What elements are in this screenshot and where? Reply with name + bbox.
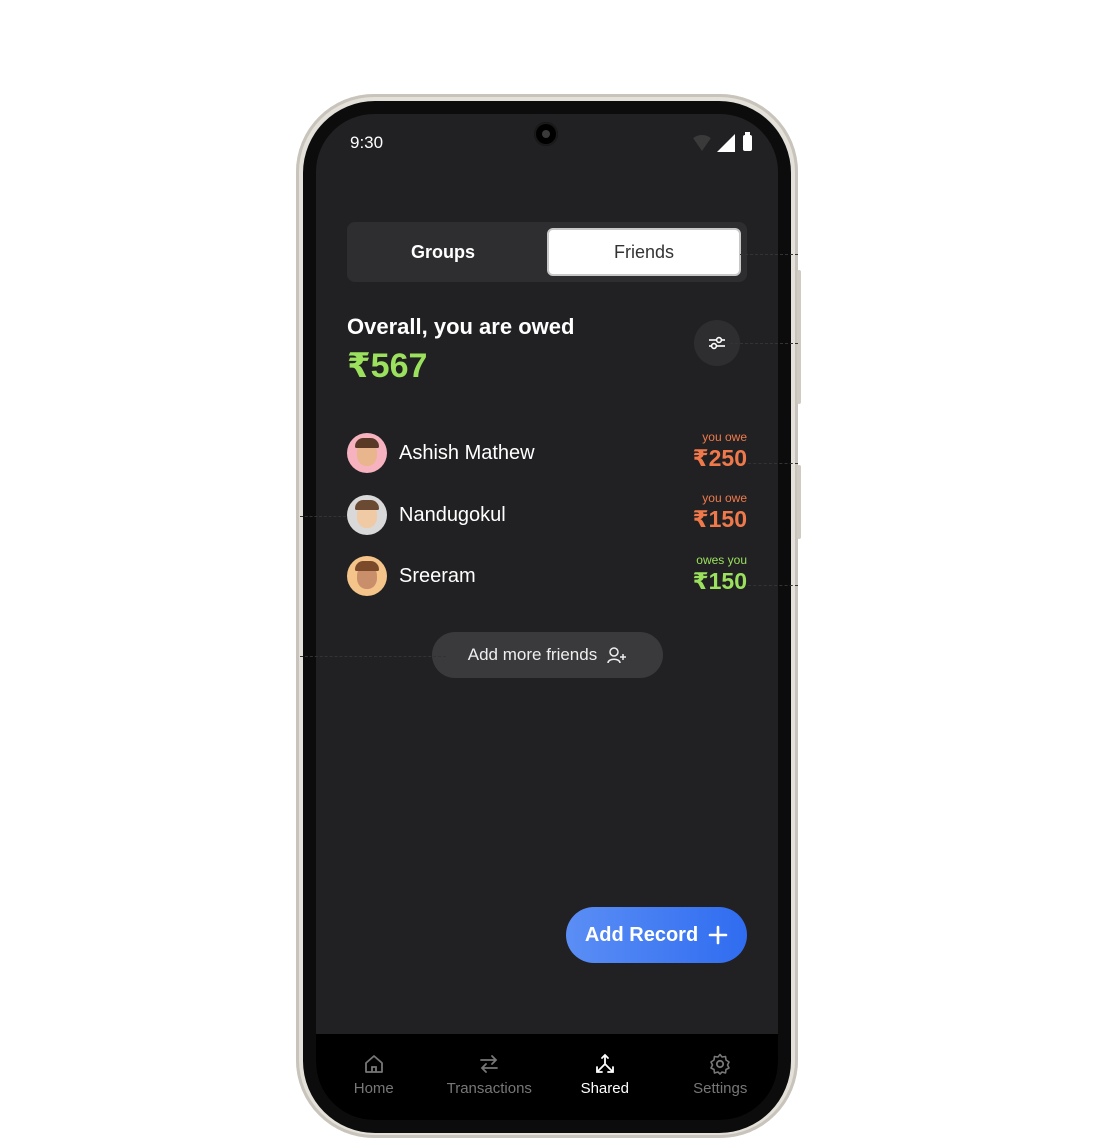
friend-balance: you owe ₹150 [693, 491, 747, 533]
balance-label: you owe [702, 430, 747, 444]
add-friends-button[interactable]: Add more friends [432, 632, 663, 678]
volume-button [797, 270, 801, 404]
add-record-label: Add Record [584, 923, 699, 946]
tab-groups[interactable]: Groups [353, 228, 533, 276]
nav-item-home[interactable]: Home [316, 1034, 432, 1120]
annotation-line [748, 463, 798, 464]
app-screen: 9:30 Groups Friends Overall, you are owe… [316, 114, 778, 1120]
nav-label: Home [353, 1080, 394, 1097]
friend-row[interactable]: Nandugokul [347, 493, 506, 537]
signal-icon [717, 134, 735, 152]
add-user-icon [607, 647, 627, 664]
friend-name: Nandugokul [399, 503, 506, 526]
friend-balance: owes you ₹150 [693, 553, 747, 595]
friend-balance: you owe ₹250 [693, 430, 747, 472]
friend-row[interactable]: Ashish Mathew [347, 431, 535, 475]
balance-amount: ₹150 [692, 506, 747, 532]
shared-icon [595, 1053, 614, 1073]
sliders-icon [709, 336, 725, 350]
annotation-line [300, 516, 346, 517]
add-record-button[interactable]: Add Record [566, 907, 747, 963]
annotation-line [300, 656, 446, 657]
status-icons [691, 132, 752, 152]
power-button [797, 465, 801, 539]
avatar [347, 433, 387, 473]
settings-icon [710, 1053, 731, 1075]
battery-icon [743, 132, 752, 151]
segment-toggle: Groups Friends [347, 222, 747, 282]
friend-name: Sreeram [399, 564, 476, 587]
balance-amount: ₹150 [692, 568, 747, 594]
nav-item-settings[interactable]: Settings [663, 1034, 779, 1120]
status-time: 9:30 [350, 133, 384, 152]
annotation-line [730, 343, 798, 344]
tab-friends[interactable]: Friends [547, 228, 741, 276]
nav-label: Transactions [446, 1080, 532, 1097]
avatar [347, 556, 387, 596]
bottom-nav: Home Transactions Shared Settings [316, 1034, 778, 1120]
friend-name: Ashish Mathew [399, 441, 535, 464]
summary-title: Overall, you are owed [347, 314, 575, 339]
friend-row[interactable]: Sreeram [347, 554, 476, 598]
wifi-icon [691, 135, 713, 151]
nav-label: Settings [693, 1080, 748, 1097]
transactions-icon [480, 1055, 499, 1073]
annotation-line [748, 585, 798, 586]
balance-label: owes you [696, 553, 747, 567]
nav-item-shared[interactable]: Shared [547, 1034, 663, 1120]
nav-item-transactions[interactable]: Transactions [432, 1034, 548, 1120]
balance-amount: ₹250 [692, 445, 747, 471]
summary-amount: ₹567 [347, 347, 428, 385]
plus-icon [708, 925, 728, 945]
home-icon [364, 1055, 383, 1073]
front-camera [534, 122, 558, 146]
add-friends-label: Add more friends [467, 645, 598, 664]
balance-label: you owe [702, 491, 747, 505]
nav-label: Shared [580, 1080, 629, 1097]
avatar [347, 495, 387, 535]
annotation-line [740, 254, 798, 255]
